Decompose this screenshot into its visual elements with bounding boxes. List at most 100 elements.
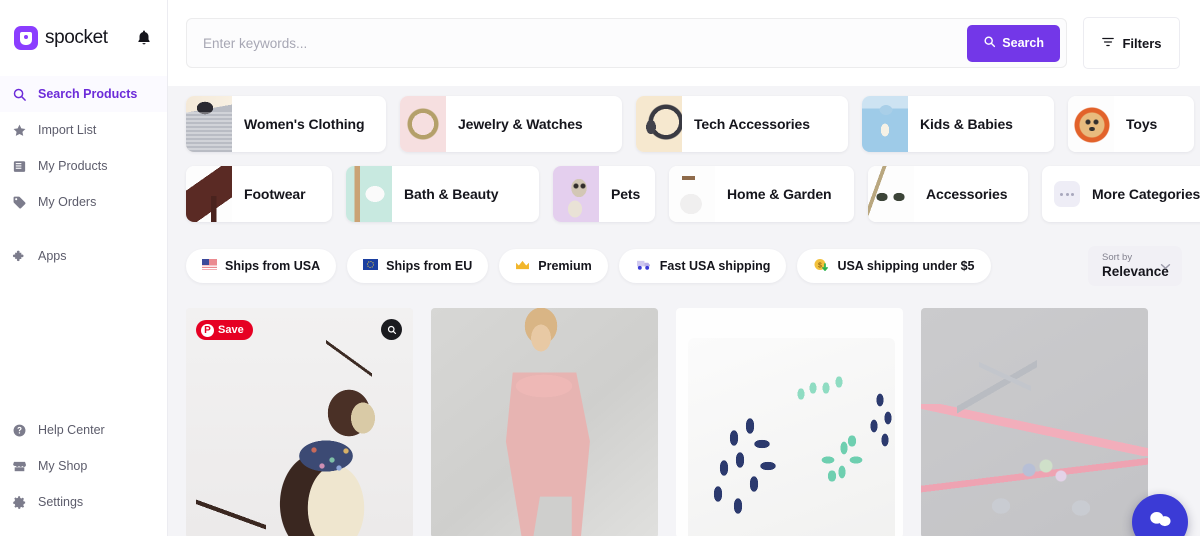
quick-filter-ships-from-eu[interactable]: Ships from EU	[347, 249, 489, 283]
category-label: More Categories	[1092, 186, 1200, 202]
product-image	[921, 308, 1148, 536]
crown-icon	[515, 259, 530, 274]
more-dots-icon	[1054, 181, 1080, 207]
quick-filter-label: Premium	[538, 259, 592, 273]
sidebar-item-label: Search Products	[38, 87, 138, 101]
product-card-pink-dress[interactable]	[431, 308, 658, 536]
category-label: Women's Clothing	[244, 116, 365, 132]
pinterest-icon: P	[201, 323, 214, 337]
sidebar-item-my-products[interactable]: My Products	[0, 148, 167, 184]
category-label: Toys	[1126, 116, 1158, 132]
filters-button[interactable]: Filters	[1083, 17, 1180, 69]
star-icon	[12, 123, 27, 138]
category-label: Kids & Babies	[920, 116, 1013, 132]
home-garden-thumb	[669, 166, 715, 222]
quick-filter-label: Ships from USA	[225, 259, 321, 273]
sidebar-item-search-products[interactable]: Search Products	[0, 76, 167, 112]
sidebar-item-my-shop[interactable]: My Shop	[0, 448, 167, 484]
sort-by-dropdown[interactable]: Sort by Relevance	[1088, 246, 1182, 286]
product-grid: P Save	[168, 286, 1200, 536]
category-womens-clothing[interactable]: Women's Clothing	[186, 96, 386, 152]
chat-bubble-icon	[1147, 507, 1173, 536]
category-jewelry-watches[interactable]: Jewelry & Watches	[400, 96, 622, 152]
money-down-icon: $	[813, 258, 829, 275]
sidebar-item-label: Help Center	[38, 423, 105, 437]
sidebar-item-my-orders[interactable]: My Orders	[0, 184, 167, 220]
product-card-cat-bandana[interactable]: P Save	[186, 308, 413, 536]
category-home-garden[interactable]: Home & Garden	[669, 166, 854, 222]
search-button-label: Search	[1002, 36, 1044, 50]
sort-by-value: Relevance	[1102, 264, 1169, 279]
product-image	[431, 308, 658, 536]
sidebar-primary-nav: Search Products Import List My Products …	[0, 76, 167, 274]
bath-beauty-thumb	[346, 166, 392, 222]
quick-filter-label: Ships from EU	[386, 259, 473, 273]
category-tech-accessories[interactable]: Tech Accessories	[636, 96, 848, 152]
sidebar-item-label: Apps	[38, 249, 67, 263]
category-row-1: Women's Clothing Jewelry & Watches Tech …	[186, 96, 1194, 152]
search-input[interactable]	[203, 35, 968, 51]
product-card-pink-bracelet[interactable]	[921, 308, 1148, 536]
pinterest-save-button[interactable]: P Save	[196, 320, 253, 340]
quick-filter-usa-shipping-under-5[interactable]: $ USA shipping under $5	[797, 249, 991, 283]
product-image	[676, 308, 903, 536]
category-accessories[interactable]: Accessories	[868, 166, 1028, 222]
bell-icon[interactable]	[135, 29, 153, 47]
quick-filter-fast-usa-shipping[interactable]: Fast USA shipping	[618, 249, 787, 283]
gear-icon	[12, 495, 27, 510]
search-icon	[12, 87, 27, 102]
sidebar-item-label: Settings	[38, 495, 84, 509]
quick-filter-ships-from-usa[interactable]: Ships from USA	[186, 249, 337, 283]
usa-flag-icon	[202, 259, 217, 273]
quick-filter-label: USA shipping under $5	[837, 259, 975, 273]
jewelry-watches-thumb	[400, 96, 446, 152]
category-label: Footwear	[244, 186, 306, 202]
quick-filter-premium[interactable]: Premium	[499, 249, 608, 283]
sidebar-item-settings[interactable]: Settings	[0, 484, 167, 520]
sidebar-item-import-list[interactable]: Import List	[0, 112, 167, 148]
category-bath-beauty[interactable]: Bath & Beauty	[346, 166, 539, 222]
app-root: spocket Search Products Import List My P…	[0, 0, 1200, 536]
category-kids-babies[interactable]: Kids & Babies	[862, 96, 1054, 152]
brand-row: spocket	[0, 0, 167, 76]
category-label: Home & Garden	[727, 186, 832, 202]
category-pets[interactable]: Pets	[553, 166, 655, 222]
svg-text:$: $	[818, 262, 822, 269]
list-icon	[12, 159, 27, 174]
quick-filter-row: Ships from USA Ships from EU Premium Fas…	[168, 236, 1200, 286]
search-icon	[983, 35, 996, 51]
store-icon	[12, 459, 27, 474]
search-button[interactable]: Search	[967, 24, 1060, 62]
pinterest-save-label: Save	[218, 324, 244, 336]
sidebar-item-label: My Products	[38, 159, 108, 173]
kids-babies-thumb	[862, 96, 908, 152]
eu-flag-icon	[363, 259, 379, 273]
category-label: Accessories	[926, 186, 1008, 202]
sidebar-item-help-center[interactable]: Help Center	[0, 412, 167, 448]
sidebar-item-label: Import List	[38, 123, 97, 137]
category-label: Tech Accessories	[694, 116, 810, 132]
product-image	[186, 308, 413, 536]
quick-filter-label: Fast USA shipping	[659, 259, 771, 273]
search-field-wrapper[interactable]: Search	[186, 18, 1067, 68]
main-content: Search Filters	[168, 0, 1200, 536]
category-row-2: Footwear Bath & Beauty Pets Home & Garde…	[186, 166, 1200, 222]
category-section: Women's Clothing Jewelry & Watches Tech …	[168, 86, 1200, 236]
category-more-categories[interactable]: More Categories	[1042, 166, 1200, 222]
accessories-thumb	[868, 166, 914, 222]
category-toys[interactable]: Toys	[1068, 96, 1194, 152]
footwear-thumb	[186, 166, 232, 222]
filter-sliders-icon	[1101, 35, 1115, 52]
category-footwear[interactable]: Footwear	[186, 166, 332, 222]
puzzle-icon	[12, 249, 27, 264]
magnify-icon[interactable]	[381, 319, 402, 340]
search-bar: Search Filters	[168, 0, 1200, 86]
spocket-shield-icon	[14, 26, 38, 50]
sidebar-item-label: My Shop	[38, 459, 88, 473]
sort-by-label: Sort by	[1102, 252, 1133, 263]
product-card-throw-pillow[interactable]	[676, 308, 903, 536]
chevron-down-icon	[1160, 257, 1171, 275]
sidebar-item-apps[interactable]: Apps	[0, 238, 167, 274]
tech-accessories-thumb	[636, 96, 682, 152]
question-circle-icon	[12, 423, 27, 438]
